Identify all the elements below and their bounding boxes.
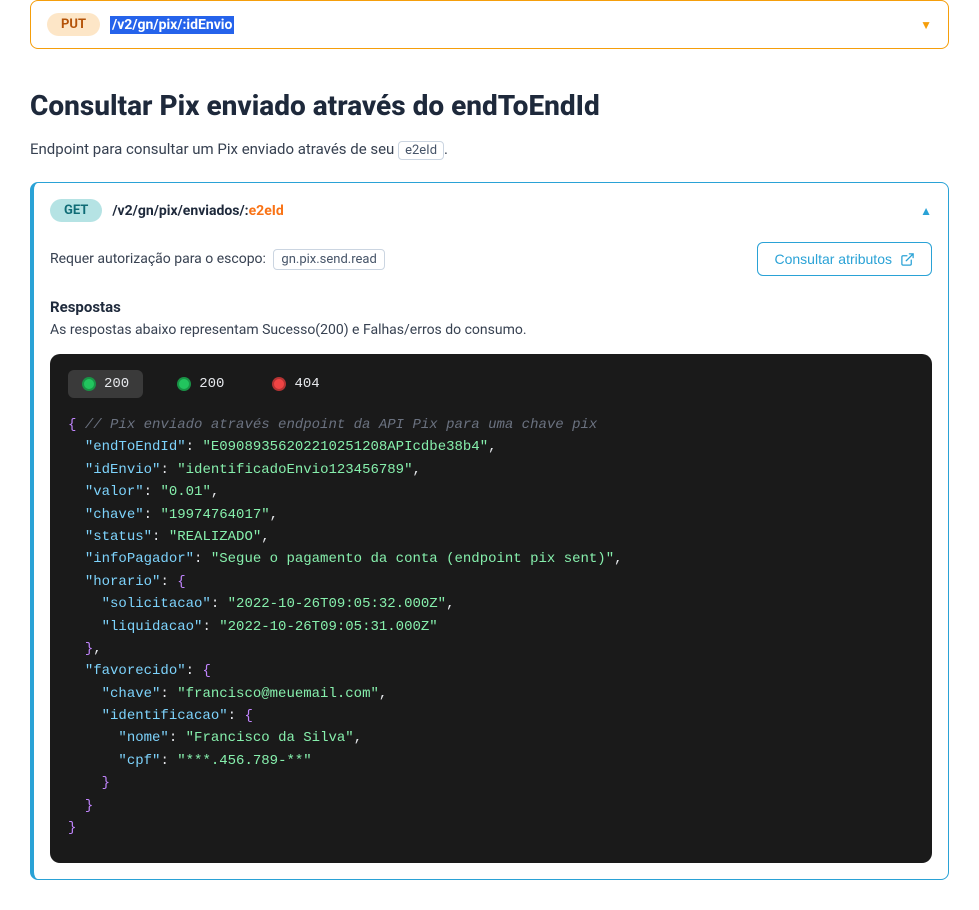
consultar-atributos-button[interactable]: Consultar atributos [757, 242, 932, 276]
inline-code-e2eid: e2eId [398, 141, 444, 160]
section-description: Endpoint para consultar um Pix enviado a… [30, 140, 949, 158]
chevron-down-icon: ▼ [920, 18, 932, 32]
status-dot-green-icon [82, 377, 96, 391]
status-dot-red-icon [272, 377, 286, 391]
method-badge-get: GET [50, 199, 102, 222]
section-title: Consultar Pix enviado através do endToEn… [30, 89, 949, 122]
endpoint-left: PUT /v2/gn/pix/:idEnvio [47, 13, 234, 36]
tab-200-a[interactable]: 200 [68, 370, 143, 398]
scope-row: Requer autorização para o escopo: gn.pix… [50, 242, 932, 276]
method-badge-put: PUT [47, 13, 100, 36]
put-endpoint-card[interactable]: PUT /v2/gn/pix/:idEnvio ▼ [30, 0, 949, 49]
status-dot-green-icon [177, 377, 191, 391]
scope-badge: gn.pix.send.read [273, 249, 384, 270]
responses-description: As respostas abaixo representam Sucesso(… [50, 322, 932, 338]
responses-title: Respostas [50, 298, 932, 316]
json-response: { // Pix enviado através endpoint da API… [50, 414, 932, 863]
get-header[interactable]: GET /v2/gn/pix/enviados/:e2eId ▲ [50, 199, 932, 222]
chevron-up-icon: ▲ [920, 204, 932, 218]
scope-label: Requer autorização para o escopo: [50, 251, 266, 267]
get-path: /v2/gn/pix/enviados/:e2eId [112, 203, 283, 219]
code-block: 200 200 404 { // Pix enviado através end… [50, 354, 932, 863]
response-tabs: 200 200 404 [50, 354, 932, 414]
tab-200-b[interactable]: 200 [163, 370, 238, 398]
put-path: /v2/gn/pix/:idEnvio [110, 17, 234, 33]
tab-404[interactable]: 404 [258, 370, 333, 398]
external-link-icon [900, 252, 915, 267]
get-endpoint-card: GET /v2/gn/pix/enviados/:e2eId ▲ Requer … [30, 182, 949, 880]
